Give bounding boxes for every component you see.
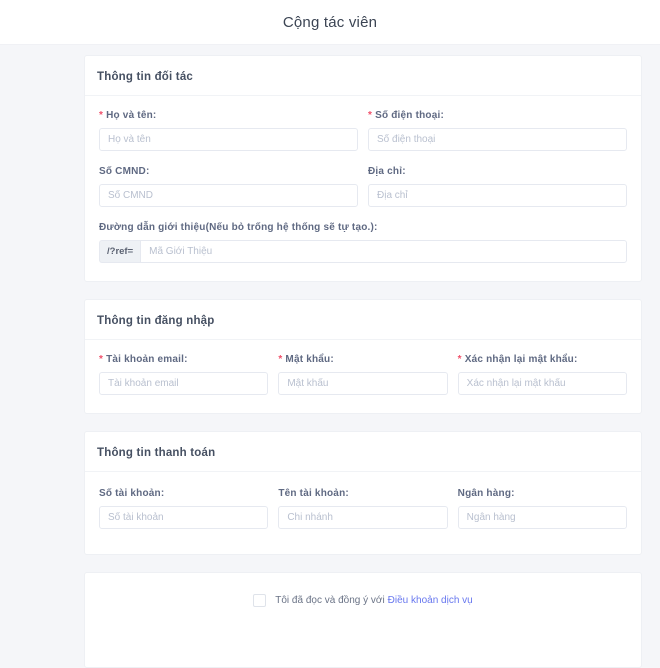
password-label: * Mật khẩu: bbox=[278, 354, 334, 365]
bank-input[interactable] bbox=[457, 506, 627, 529]
terms-card-body: Tôi đã đọc và đồng ý với Điều khoản dịch… bbox=[85, 573, 641, 667]
fullname-field-group: * Họ và tên: bbox=[99, 110, 358, 151]
fullname-input[interactable] bbox=[99, 128, 358, 151]
referral-label: Đường dẫn giới thiệu(Nếu bỏ trống hệ thố… bbox=[99, 222, 378, 233]
bank-label: Ngân hàng: bbox=[457, 488, 515, 499]
page-title: Cộng tác viên bbox=[282, 13, 378, 31]
form-container: Thông tin đối tác *Họ và tên: *Số điện t… bbox=[84, 45, 642, 668]
account-name-label: Tên tài khoản: bbox=[278, 488, 349, 499]
login-card-body: *Tài khoản email: *Mật khẩu: *Xác nhận l… bbox=[85, 340, 641, 413]
partner-card-title: Thông tin đối tác bbox=[97, 71, 194, 83]
referral-url-prefix: /?ref= bbox=[99, 240, 141, 263]
cmnd-label: Số CMND: bbox=[99, 166, 150, 177]
email-label: * Tài khoản email: bbox=[99, 354, 188, 365]
required-marker: * bbox=[278, 354, 283, 365]
fullname-label: * Họ và tên: bbox=[99, 110, 157, 121]
top-header: Cộng tác viên bbox=[0, 0, 660, 45]
terms-checkbox[interactable] bbox=[253, 594, 267, 607]
address-field-group: Địa chỉ: bbox=[368, 166, 627, 207]
login-info-card: Thông tin đăng nhập *Tài khoản email: *M… bbox=[84, 299, 642, 414]
required-marker: * bbox=[368, 110, 373, 121]
required-marker: * bbox=[457, 354, 462, 365]
referral-field-group: Đường dẫn giới thiệu(Nếu bỏ trống hệ thố… bbox=[99, 222, 627, 263]
account-number-field-group: Số tài khoản: bbox=[99, 488, 269, 529]
phone-field-group: * Số điện thoại: bbox=[368, 110, 627, 151]
cmnd-field-group: Số CMND: bbox=[99, 166, 358, 207]
partner-info-card: Thông tin đối tác *Họ và tên: *Số điện t… bbox=[84, 55, 642, 282]
required-marker: * bbox=[99, 354, 104, 365]
password-input[interactable] bbox=[278, 372, 448, 395]
bank-field-group: Ngân hàng: bbox=[457, 488, 627, 529]
account-name-field-group: Tên tài khoản: bbox=[278, 488, 448, 529]
confirm-password-label: * Xác nhận lại mật khẩu: bbox=[457, 354, 578, 365]
payment-card-header: Thông tin thanh toán bbox=[85, 432, 641, 472]
partner-card-body: *Họ và tên: *Số điện thoại: Số CMND: Địa… bbox=[85, 96, 641, 281]
phone-input[interactable] bbox=[368, 128, 627, 151]
cmnd-input[interactable] bbox=[99, 184, 358, 207]
phone-label: * Số điện thoại: bbox=[368, 110, 445, 121]
account-name-input[interactable] bbox=[278, 506, 448, 529]
account-number-input[interactable] bbox=[99, 506, 269, 529]
payment-info-card: Thông tin thanh toán Số tài khoản: Tên t… bbox=[84, 431, 642, 555]
referral-code-input[interactable] bbox=[140, 240, 627, 263]
password-field-group: * Mật khẩu: bbox=[278, 354, 448, 395]
login-card-title: Thông tin đăng nhập bbox=[97, 315, 215, 327]
login-card-header: Thông tin đăng nhập bbox=[85, 300, 641, 340]
required-marker: * bbox=[99, 110, 104, 121]
email-field-group: * Tài khoản email: bbox=[99, 354, 269, 395]
email-input[interactable] bbox=[99, 372, 269, 395]
account-number-label: Số tài khoản: bbox=[99, 488, 165, 499]
confirm-password-input[interactable] bbox=[457, 372, 627, 395]
payment-card-title: Thông tin thanh toán bbox=[97, 447, 216, 459]
terms-of-service-link[interactable]: Điều khoản dịch vụ bbox=[388, 595, 473, 606]
address-label: Địa chỉ: bbox=[368, 166, 406, 177]
partner-card-header: Thông tin đối tác bbox=[85, 56, 641, 96]
confirm-password-field-group: * Xác nhận lại mật khẩu: bbox=[457, 354, 627, 395]
terms-card: Tôi đã đọc và đồng ý với Điều khoản dịch… bbox=[84, 572, 642, 668]
payment-card-body: Số tài khoản: Tên tài khoản: Ngân hàng: bbox=[85, 472, 641, 554]
address-input[interactable] bbox=[368, 184, 627, 207]
terms-agree-text: Tôi đã đọc và đồng ý với bbox=[275, 595, 385, 606]
